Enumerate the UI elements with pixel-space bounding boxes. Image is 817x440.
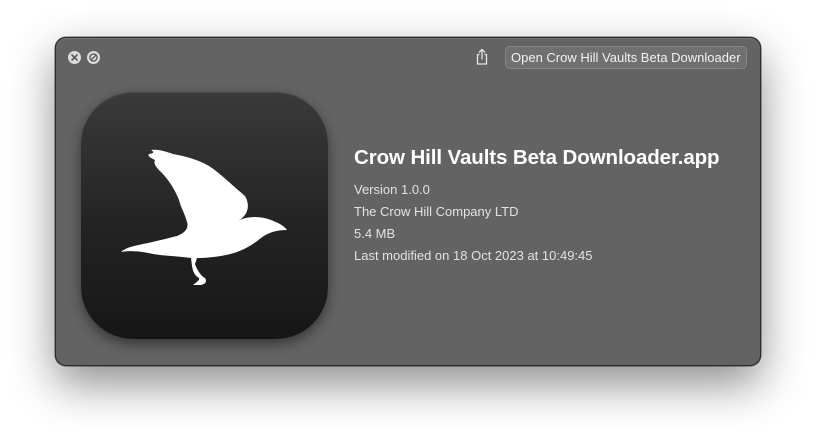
close-icon: [71, 54, 78, 61]
app-size: 5.4 MB: [354, 226, 396, 241]
app-name: Crow Hill Vaults Beta Downloader.app: [354, 146, 720, 169]
crow-silhouette-icon: [121, 149, 287, 285]
app-version: Version 1.0.0: [354, 182, 430, 197]
fullscreen-disabled-icon: [89, 53, 98, 62]
quick-look-window: Open Crow Hill Vaults Beta Downloader Cr…: [55, 37, 761, 366]
fullscreen-button[interactable]: [87, 51, 100, 64]
open-with-app-button[interactable]: Open Crow Hill Vaults Beta Downloader: [505, 46, 747, 69]
app-icon: [81, 92, 328, 339]
share-icon: [476, 48, 488, 65]
share-button[interactable]: [474, 47, 490, 67]
close-button[interactable]: [68, 51, 81, 64]
app-last-modified: Last modified on 18 Oct 2023 at 10:49:45: [354, 248, 593, 263]
app-company: The Crow Hill Company LTD: [354, 204, 519, 219]
file-info-panel: Crow Hill Vaults Beta Downloader.app Ver…: [354, 146, 720, 263]
